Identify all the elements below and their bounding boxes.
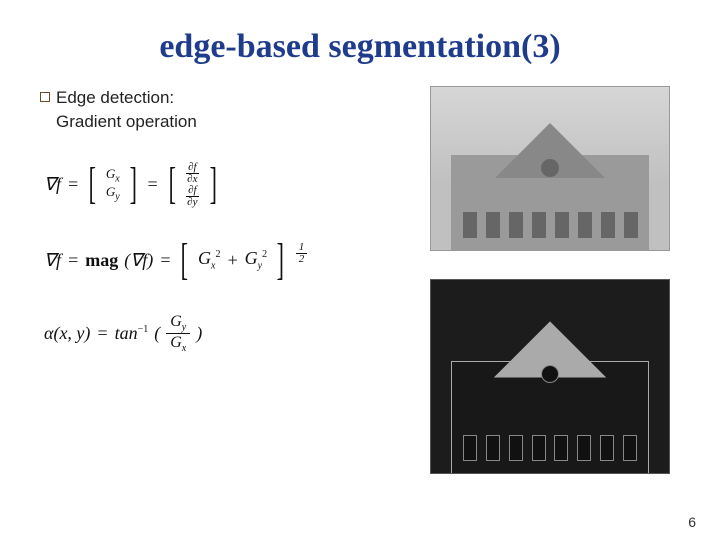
open-paren: ( — [154, 323, 160, 344]
vector-Gx-Gy: Gx Gy — [106, 167, 120, 202]
equals: = — [67, 174, 79, 195]
photo-building-edges — [430, 279, 670, 474]
gy-over-gx: Gy Gx — [166, 313, 190, 354]
dfdy: ∂f ∂y — [185, 185, 199, 208]
bullet-text: Edge detection: Gradient operation — [56, 86, 197, 134]
left-column: Edge detection: Gradient operation ∇f = … — [40, 86, 420, 474]
equals-5: = — [96, 323, 108, 344]
slide-body: Edge detection: Gradient operation ∇f = … — [40, 86, 680, 474]
right-column — [430, 86, 680, 474]
mag-fn: mag — [85, 250, 118, 271]
bullet-line1: Edge detection: — [56, 88, 174, 107]
lbracket-icon: [ — [89, 171, 96, 197]
lbracket2-icon: [ — [168, 171, 175, 197]
equals-4: = — [159, 250, 171, 271]
formula-gradient-vector: ∇f = [ Gx Gy ] = [ ∂f ∂x — [44, 162, 410, 208]
exponent-half: 1 2 — [296, 242, 308, 265]
formula-block: ∇f = [ Gx Gy ] = [ ∂f ∂x — [40, 162, 410, 354]
gy-sq: Gy2 — [245, 248, 267, 272]
slide-title: edge-based segmentation(3) — [40, 28, 680, 66]
rbracket2-icon: ] — [209, 171, 216, 197]
page-number: 6 — [688, 514, 696, 530]
alpha-lhs: α(x, y) — [44, 323, 90, 344]
equals-2: = — [146, 174, 158, 195]
bullet-line2: Gradient operation — [56, 112, 197, 131]
rbracket-icon: ] — [129, 171, 136, 197]
photo-building-grayscale — [430, 86, 670, 251]
slide: edge-based segmentation(3) Edge detectio… — [0, 0, 720, 540]
nabla-f: ∇f — [44, 174, 61, 195]
lbracket3-icon: [ — [181, 247, 188, 273]
close-paren: ) — [196, 323, 202, 344]
mag-arg: (∇f) — [124, 250, 153, 271]
plus: + — [227, 250, 239, 271]
nabla-f-2: ∇f — [44, 250, 61, 271]
bullet-item: Edge detection: Gradient operation — [40, 86, 410, 134]
formula-gradient-magnitude: ∇f = mag (∇f) = [ Gx2 + Gy2 ] 1 2 — [44, 242, 410, 279]
rbracket3-icon: ] — [277, 247, 284, 273]
equals-3: = — [67, 250, 79, 271]
gx-sq: Gx2 — [198, 248, 220, 272]
dfdx: ∂f ∂x — [185, 162, 199, 185]
formula-gradient-angle: α(x, y) = tan−1 ( Gy Gx ) — [44, 313, 410, 354]
vector-partials: ∂f ∂x ∂f ∂y — [185, 162, 199, 208]
bullet-square-icon — [40, 92, 50, 102]
tan: tan−1 — [115, 323, 149, 344]
